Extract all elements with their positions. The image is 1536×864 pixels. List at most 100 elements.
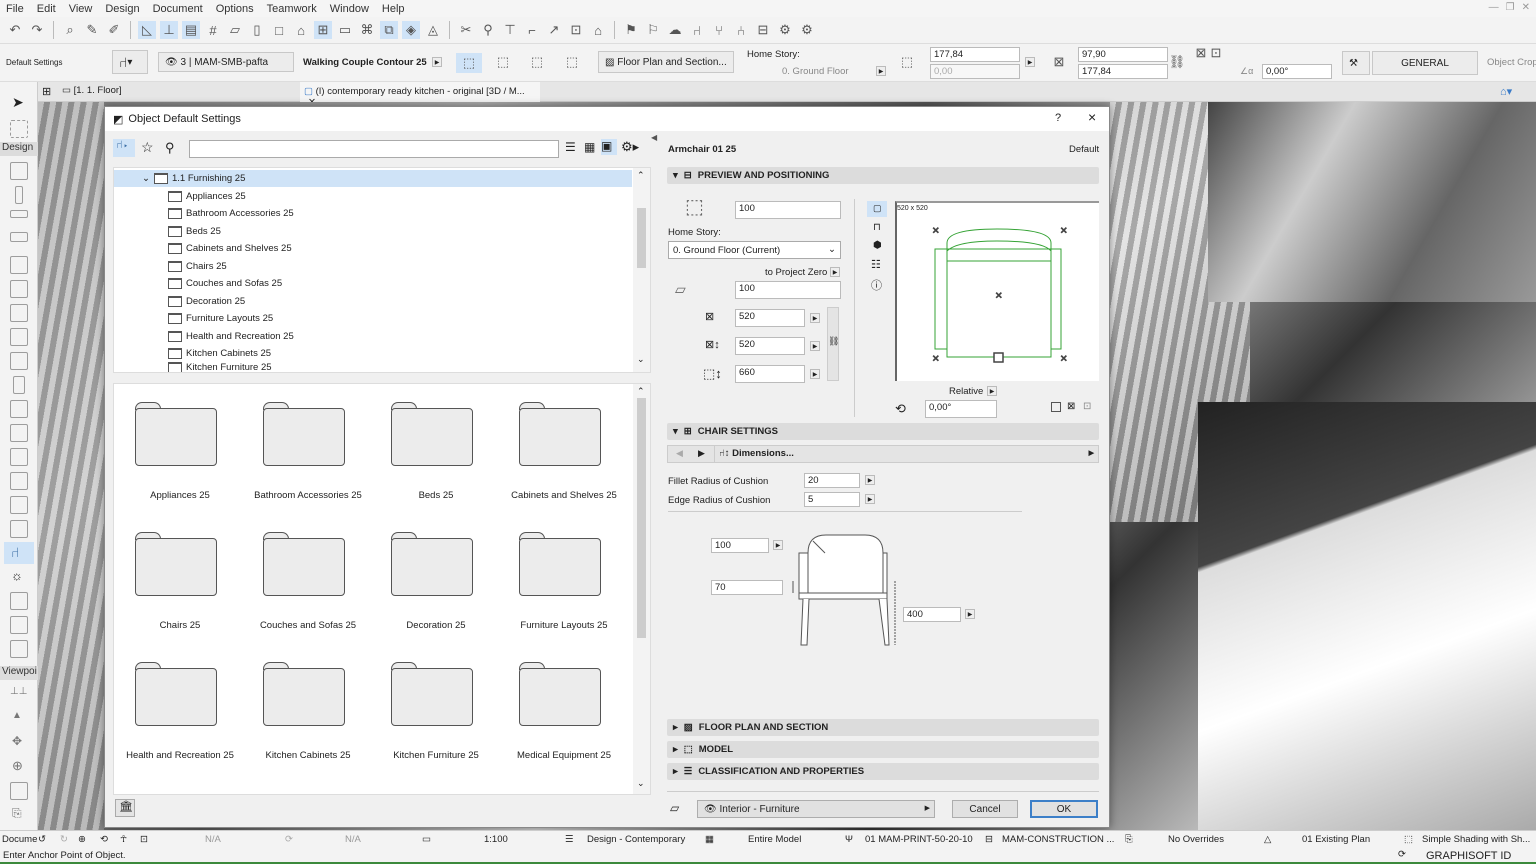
lamp-tool-icon[interactable]: ☼ (11, 568, 23, 583)
folder-tile[interactable] (391, 662, 473, 726)
menu-window[interactable]: Window (330, 3, 369, 15)
tree-item[interactable]: Health and Recreation 25 (168, 328, 294, 345)
elevation-field[interactable]: 100 (735, 201, 841, 219)
preview-2d-button[interactable]: ▢ (867, 201, 887, 217)
scroll-thumb[interactable] (637, 398, 646, 638)
guide-lines-icon[interactable]: ◺ (138, 21, 156, 39)
undo-icon[interactable]: ↶ (6, 21, 24, 39)
scroll-down-icon[interactable]: ⌄ (637, 778, 645, 789)
panel-tool-icon[interactable] (10, 640, 28, 658)
shading-value[interactable]: Simple Shading with Sh... (1422, 834, 1530, 845)
depth-field[interactable]: 177,84 (1078, 64, 1168, 79)
relative-arrow[interactable]: ▶ (987, 386, 997, 396)
slab-tool-icon[interactable] (10, 232, 28, 242)
anchor-corner-icon[interactable]: ⬚ (563, 53, 581, 71)
folder-tile[interactable] (519, 402, 601, 466)
folder-tile[interactable] (519, 662, 601, 726)
mirror-icon[interactable]: ⊠ (1195, 45, 1207, 60)
home-story-arrow[interactable]: ▶ (876, 66, 886, 76)
lock-icon[interactable]: ⌂ (292, 21, 310, 39)
skylight-tool-icon[interactable] (10, 424, 28, 442)
interior-elevation-tool-icon[interactable] (10, 782, 28, 800)
seat-height-field[interactable]: 400 (903, 607, 961, 622)
scroll-up-icon[interactable]: ⌃ (637, 386, 645, 397)
fillet-radius-arrow[interactable]: ▶ (865, 475, 875, 485)
scale-value[interactable]: 1:100 (484, 834, 508, 845)
back-radius-arrow[interactable]: ▶ (773, 540, 783, 550)
measure-icon[interactable]: ▭ (336, 21, 354, 39)
edge-radius-field[interactable]: 5 (804, 492, 860, 507)
layer-select-button[interactable]: 👁︎ Interior - Furniture ▶ (697, 800, 935, 818)
chevron-down-icon[interactable]: ⌄ (142, 173, 150, 184)
x-size-arrow[interactable]: ▶ (810, 313, 820, 323)
camera-tool-icon[interactable]: ⎘ (12, 806, 22, 821)
restore-icon[interactable]: ❐ (1506, 2, 1515, 13)
tree-item[interactable]: Chairs 25 (168, 258, 227, 275)
tree-item[interactable]: Decoration 25 (168, 293, 245, 310)
arrow-tool-icon[interactable]: ➤ (12, 94, 24, 111)
folder-tile[interactable] (263, 532, 345, 596)
model-section-header[interactable]: ▸ ⬚ MODEL (667, 741, 1099, 758)
y-size-arrow[interactable]: ▶ (810, 341, 820, 351)
table-icon[interactable]: ⊟ (754, 21, 772, 39)
pen-set-value[interactable]: 01 MAM-PRINT-50-20-10 (865, 834, 973, 845)
snap-points-icon[interactable]: ▤ (182, 21, 200, 39)
folder-tile[interactable] (263, 662, 345, 726)
elevation-tool-icon[interactable]: ▲ (12, 710, 22, 721)
zoom-value[interactable]: N/A (205, 834, 221, 845)
rotation-field[interactable]: 0,00° (925, 400, 997, 418)
folder-tile[interactable] (519, 532, 601, 596)
layers-icon[interactable]: ▯ (248, 21, 266, 39)
chair-icon[interactable]: ⑁ (688, 21, 706, 39)
render-icon[interactable]: ◬ (424, 21, 442, 39)
floor-plan-section-button[interactable]: ▨ Floor Plan and Section... (598, 51, 734, 73)
preview-list-icon[interactable]: ☷ (871, 258, 881, 271)
fit-icon[interactable]: ⊡ (140, 834, 148, 845)
opening-tool-icon[interactable] (10, 448, 28, 466)
object-tool-button[interactable]: ⑁ (4, 542, 34, 564)
tree-item[interactable]: Couches and Sofas 25 (168, 275, 282, 292)
menu-help[interactable]: Help (382, 3, 405, 15)
folder-tile[interactable] (263, 402, 345, 466)
menu-file[interactable]: File (6, 3, 24, 15)
shell-tool-icon[interactable] (10, 280, 28, 298)
folder-tile[interactable] (135, 532, 217, 596)
tree-item[interactable]: Kitchen Furniture 25 (168, 362, 272, 372)
syringe-icon[interactable]: ✐ (105, 21, 123, 39)
door-tool-icon[interactable] (13, 376, 25, 394)
grid-snap-icon[interactable]: # (204, 21, 222, 39)
walk-icon[interactable]: ☥ (120, 834, 127, 845)
beam-tool-icon[interactable] (10, 210, 28, 218)
chair-export-icon[interactable]: ⑂ (710, 21, 728, 39)
wall-tool-icon[interactable] (10, 162, 28, 180)
edge-radius-arrow[interactable]: ▶ (865, 494, 875, 504)
library-mode-button[interactable]: ⑁▸ (113, 139, 135, 157)
eyedropper-icon[interactable]: ✎ (83, 21, 101, 39)
orbit-icon[interactable]: ◈ (402, 21, 420, 39)
library-search-input[interactable] (189, 140, 559, 158)
classification-section-header[interactable]: ▸ ☰ CLASSIFICATION AND PROPERTIES (667, 763, 1099, 780)
roof-tool-icon[interactable] (10, 256, 28, 274)
detail-tool-icon[interactable]: ✥ (12, 734, 22, 748)
favorites-icon[interactable]: ☆ (141, 139, 154, 156)
redo-icon[interactable]: ↷ (28, 21, 46, 39)
menu-document[interactable]: Document (153, 3, 203, 15)
list-view-icon[interactable]: ☰ (565, 140, 576, 154)
mesh-tool-icon[interactable] (10, 496, 28, 514)
close-button[interactable]: × (1088, 109, 1096, 125)
menu-view[interactable]: View (69, 3, 93, 15)
rotation-value[interactable]: N/A (345, 834, 361, 845)
scroll-down-icon[interactable]: ⌄ (637, 354, 645, 365)
gravity-icon[interactable]: ⊞ (314, 21, 332, 39)
sync-icon[interactable]: ⟳ (1398, 849, 1406, 860)
object-settings-button[interactable]: ⑁ ▾ (112, 50, 148, 74)
zoom-in-icon[interactable]: ⊕ (78, 834, 86, 845)
tree-item[interactable]: Kitchen Cabinets 25 (168, 345, 271, 362)
library-manager-button[interactable]: 🏛︎ (115, 799, 135, 817)
stair-tool-icon[interactable] (10, 304, 28, 322)
cross-icon[interactable]: ⌘ (358, 21, 376, 39)
magic-wand-icon[interactable]: ⚲ (479, 21, 497, 39)
trace-icon[interactable]: □ (270, 21, 288, 39)
tree-item[interactable]: Appliances 25 (168, 188, 246, 205)
scroll-up-icon[interactable]: ⌃ (637, 170, 645, 181)
